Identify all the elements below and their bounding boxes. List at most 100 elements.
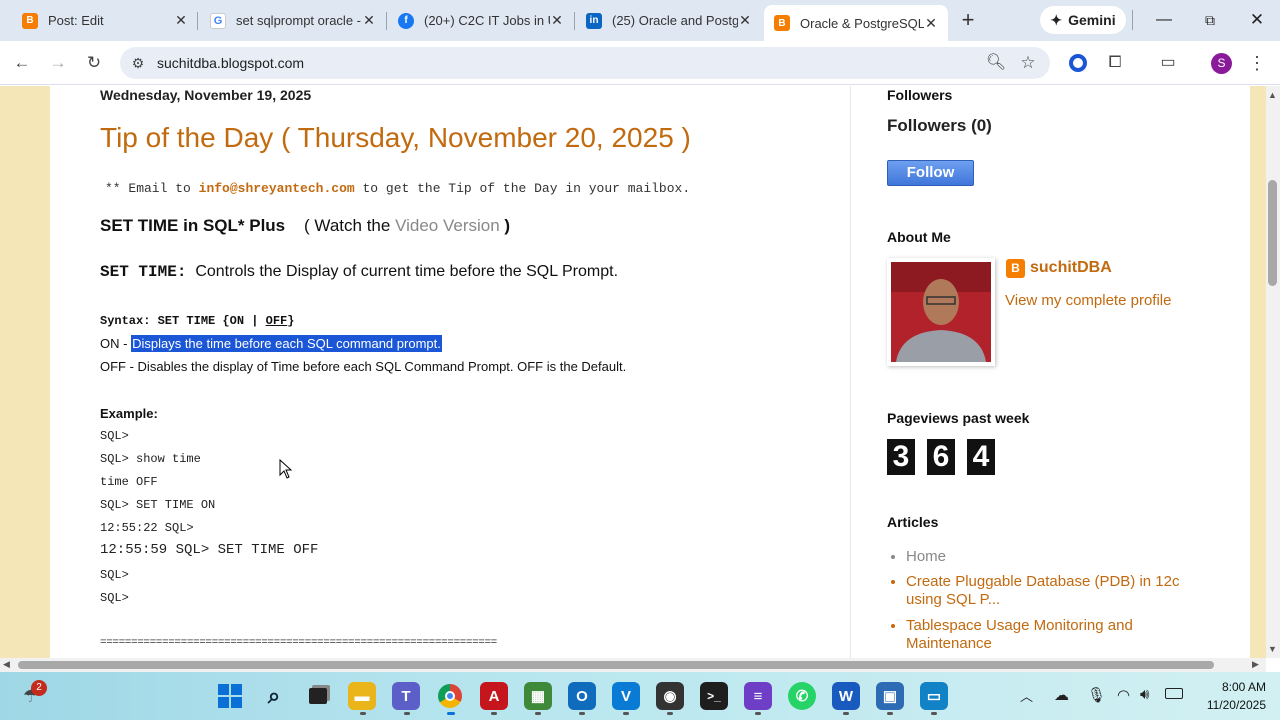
outlook-icon[interactable]: O xyxy=(568,682,596,710)
chevron-up-icon[interactable]: ︿ xyxy=(1020,686,1033,705)
pageview-digit: 3 xyxy=(887,439,915,475)
scroll-left-arrow-icon[interactable]: ◀ xyxy=(3,659,10,670)
tab-oracle-postgresql[interactable]: B Oracle & PostgreSQL ✕ xyxy=(764,5,948,41)
email-link[interactable]: info@shreyantech.com xyxy=(199,181,355,196)
author-photo[interactable] xyxy=(887,258,995,366)
remote-desktop-icon[interactable]: ▣ xyxy=(876,682,904,710)
author-name-link[interactable]: suchitDBA xyxy=(1030,259,1112,277)
followers-heading: Followers xyxy=(887,87,953,103)
app-window-icon[interactable]: ▭ xyxy=(920,682,948,710)
profile-avatar[interactable]: S xyxy=(1211,53,1232,74)
articles-list: Home Create Pluggable Database (PDB) in … xyxy=(906,548,1206,653)
code-line: 12:55:22 SQL> xyxy=(100,521,194,535)
tab-linkedin[interactable]: in (25) Oracle and Postgr ✕ xyxy=(576,4,762,37)
zoom-icon[interactable]: 🔍︎ xyxy=(984,51,1008,75)
facebook-icon: f xyxy=(398,12,414,29)
video-version-link[interactable]: Video Version xyxy=(395,216,500,235)
separator xyxy=(1132,10,1133,30)
side-panel-icon[interactable]: ▭ xyxy=(1156,51,1180,75)
post-title[interactable]: Tip of the Day ( Thursday, November 20, … xyxy=(100,122,691,154)
running-indicator xyxy=(535,712,541,715)
microphone-icon[interactable]: 🎙︎ xyxy=(1087,686,1106,704)
off-option-line: OFF - Disables the display of Time befor… xyxy=(100,359,627,374)
bookmark-star-icon[interactable]: ☆ xyxy=(1016,51,1040,75)
close-tab-icon[interactable]: ✕ xyxy=(174,12,188,29)
close-window-button[interactable]: ✕ xyxy=(1245,8,1269,32)
scroll-right-arrow-icon[interactable]: ▶ xyxy=(1252,659,1259,670)
pageview-digit: 6 xyxy=(927,439,955,475)
task-view-icon[interactable] xyxy=(304,682,332,710)
reload-icon[interactable]: ↻ xyxy=(82,51,106,75)
code-line: SQL> xyxy=(100,429,129,443)
sql-tool-icon[interactable]: ▦ xyxy=(524,682,552,710)
acrobat-icon[interactable]: A xyxy=(480,682,508,710)
extensions-puzzle-icon[interactable]: ⧠ xyxy=(1103,51,1127,75)
close-tab-icon[interactable]: ✕ xyxy=(550,12,564,29)
active-indicator xyxy=(447,712,455,715)
back-icon[interactable]: ← xyxy=(10,51,34,75)
tab-facebook[interactable]: f (20+) C2C IT Jobs in U ✕ xyxy=(388,4,574,37)
forward-icon[interactable]: → xyxy=(46,51,70,75)
selected-text[interactable]: Displays the time before each SQL comman… xyxy=(131,335,442,352)
running-indicator xyxy=(623,712,629,715)
close-tab-icon[interactable]: ✕ xyxy=(738,12,752,29)
minimize-button[interactable]: — xyxy=(1152,8,1176,32)
list-item[interactable]: Tablespace Usage Monitoring and Maintena… xyxy=(906,617,1206,653)
followers-count: Followers (0) xyxy=(887,116,992,135)
tab-post-edit[interactable]: B Post: Edit ✕ xyxy=(12,4,198,37)
new-tab-button[interactable]: + xyxy=(958,8,978,32)
blogger-icon: B xyxy=(1006,259,1025,278)
follow-button[interactable]: Follow xyxy=(887,160,974,186)
wifi-icon[interactable]: ◠ xyxy=(1117,686,1130,704)
word-icon[interactable]: W xyxy=(832,682,860,710)
scroll-up-arrow-icon[interactable]: ▲ xyxy=(1268,90,1277,100)
running-indicator xyxy=(887,712,893,715)
tab-google-search[interactable]: G set sqlprompt oracle - ✕ xyxy=(200,4,386,37)
running-indicator xyxy=(579,712,585,715)
start-button[interactable] xyxy=(216,682,244,710)
list-item[interactable]: Create Pluggable Database (PDB) in 12c u… xyxy=(906,573,1206,609)
file-explorer-icon[interactable]: ▬ xyxy=(348,682,376,710)
close-tab-icon[interactable]: ✕ xyxy=(362,12,376,29)
cloud-icon[interactable]: ☁ xyxy=(1054,686,1069,704)
on-option-line: ON - Displays the time before each SQL c… xyxy=(100,335,442,352)
running-indicator xyxy=(931,712,937,715)
vscode-icon[interactable]: V xyxy=(612,682,640,710)
vertical-scrollbar[interactable] xyxy=(1266,86,1280,658)
pageview-digit: 4 xyxy=(967,439,995,475)
about-heading: About Me xyxy=(887,229,951,245)
tab-separator xyxy=(386,12,387,30)
notification-badge: 2 xyxy=(31,680,47,696)
horizontal-scroll-thumb[interactable] xyxy=(18,661,1214,669)
search-icon[interactable]: ⌕ xyxy=(260,682,288,710)
code-line: SQL> show time xyxy=(100,452,201,466)
code-line: time OFF xyxy=(100,475,158,489)
extension-icon[interactable] xyxy=(1069,54,1087,72)
chrome-icon[interactable] xyxy=(436,682,464,710)
site-info-icon[interactable]: ⚙ xyxy=(128,53,148,73)
game-icon[interactable]: ◉ xyxy=(656,682,684,710)
running-indicator xyxy=(360,712,366,715)
teams-icon[interactable]: T xyxy=(392,682,420,710)
url-text[interactable]: suchitdba.blogspot.com xyxy=(157,55,304,71)
whatsapp-icon[interactable]: ✆ xyxy=(788,682,816,710)
clock-date[interactable]: 11/20/2025 xyxy=(1194,698,1266,712)
terminal-icon[interactable]: >_ xyxy=(700,682,728,710)
vertical-scroll-thumb[interactable] xyxy=(1268,180,1277,286)
clock-time[interactable]: 8:00 AM xyxy=(1200,680,1266,694)
menu-kebab-icon[interactable]: ⋮ xyxy=(1245,51,1269,75)
stack-app-icon[interactable]: ≡ xyxy=(744,682,772,710)
example-label: Example: xyxy=(100,406,158,421)
volume-icon[interactable]: 🔊︎ xyxy=(1140,686,1149,703)
view-profile-link[interactable]: View my complete profile xyxy=(1005,292,1171,309)
restore-button[interactable]: ⧉ xyxy=(1198,8,1222,32)
battery-icon[interactable] xyxy=(1165,688,1183,699)
section-heading: SET TIME in SQL* Plus ( Watch the Video … xyxy=(100,216,511,235)
running-indicator xyxy=(755,712,761,715)
close-tab-icon[interactable]: ✕ xyxy=(924,15,938,32)
gemini-icon: ✦ xyxy=(1050,11,1063,28)
list-item[interactable]: Home xyxy=(906,548,1206,565)
google-icon: G xyxy=(210,12,226,29)
scroll-down-arrow-icon[interactable]: ▼ xyxy=(1268,644,1277,654)
gemini-button[interactable]: ✦ Gemini xyxy=(1040,6,1126,34)
